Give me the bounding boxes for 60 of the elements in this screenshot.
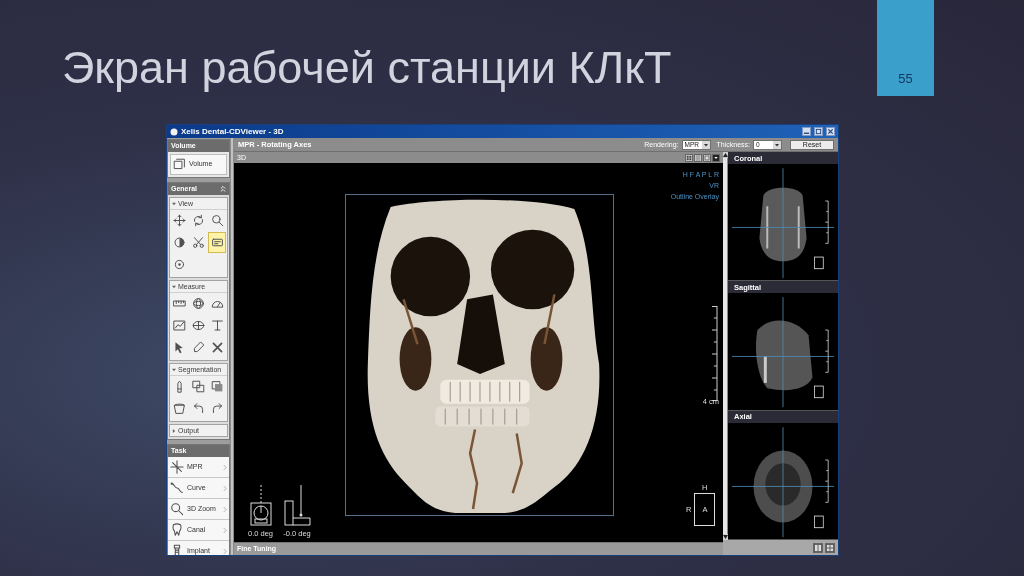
close-icon bbox=[827, 128, 834, 135]
scale-bar bbox=[824, 200, 829, 244]
scan-drawing bbox=[755, 320, 813, 391]
ruler-icon bbox=[173, 297, 187, 310]
rotate-icon bbox=[192, 214, 205, 227]
stacked-squares-icon bbox=[192, 380, 205, 393]
search-icon bbox=[210, 214, 224, 227]
circle-dot-icon bbox=[173, 258, 187, 271]
close-button[interactable] bbox=[826, 127, 835, 136]
side-tilt-icon bbox=[283, 485, 312, 527]
view-tool-button[interactable] bbox=[712, 153, 720, 162]
redo-icon bbox=[210, 402, 224, 415]
view-tool-button[interactable] bbox=[685, 153, 693, 162]
move-arrows-icon bbox=[173, 214, 187, 227]
pen-icon bbox=[192, 341, 205, 354]
tooth-icon bbox=[170, 523, 184, 537]
orientation-marker-icon bbox=[814, 385, 824, 399]
caret-icon bbox=[713, 154, 719, 161]
slide-title: Экран рабочей станции КЛкТ bbox=[62, 41, 672, 95]
bucket-icon bbox=[173, 402, 187, 415]
front-tilt-icon bbox=[248, 485, 273, 527]
scroll-down-button[interactable] bbox=[723, 534, 728, 540]
undo-icon bbox=[192, 402, 205, 415]
stack-icon bbox=[173, 158, 186, 171]
scissors-icon bbox=[192, 236, 205, 249]
scale-bar bbox=[824, 329, 829, 374]
sphere-icon bbox=[192, 297, 205, 310]
search-icon bbox=[170, 502, 184, 516]
layout-button[interactable] bbox=[825, 542, 835, 553]
scale-bar bbox=[824, 459, 829, 503]
tool-button[interactable] bbox=[208, 232, 226, 253]
text-icon bbox=[210, 319, 224, 332]
chevron-icon bbox=[223, 463, 227, 471]
grid-icon bbox=[686, 154, 692, 161]
caret-icon bbox=[773, 140, 781, 149]
curve-icon bbox=[170, 481, 184, 495]
chevron-icon bbox=[223, 484, 227, 492]
restore-button[interactable] bbox=[814, 127, 823, 136]
minimize-button[interactable] bbox=[802, 127, 811, 136]
chevron-icon bbox=[223, 526, 227, 534]
overlap-squares-icon bbox=[210, 380, 224, 393]
layout-button[interactable] bbox=[813, 542, 823, 553]
rows-icon bbox=[695, 154, 701, 161]
chevron-icon bbox=[223, 505, 227, 513]
ellipse-icon bbox=[192, 319, 205, 332]
scroll-up-button[interactable] bbox=[723, 152, 728, 158]
orientation-marker-icon bbox=[814, 515, 824, 528]
graph-frame-icon bbox=[173, 319, 187, 332]
grid-icon bbox=[826, 543, 834, 552]
split-view-icon bbox=[814, 543, 822, 552]
cross-icon bbox=[210, 341, 224, 354]
axes-icon bbox=[170, 460, 184, 474]
window-title: Xelis Dental-CDViewer - 3D bbox=[181, 126, 284, 137]
app-icon bbox=[170, 127, 178, 136]
label-icon bbox=[210, 236, 224, 249]
double-chevron-icon bbox=[220, 185, 226, 193]
page-number: 55 bbox=[898, 72, 913, 86]
contrast-icon bbox=[173, 236, 187, 249]
orientation-marker-icon bbox=[814, 256, 824, 270]
caret-icon bbox=[701, 140, 710, 149]
